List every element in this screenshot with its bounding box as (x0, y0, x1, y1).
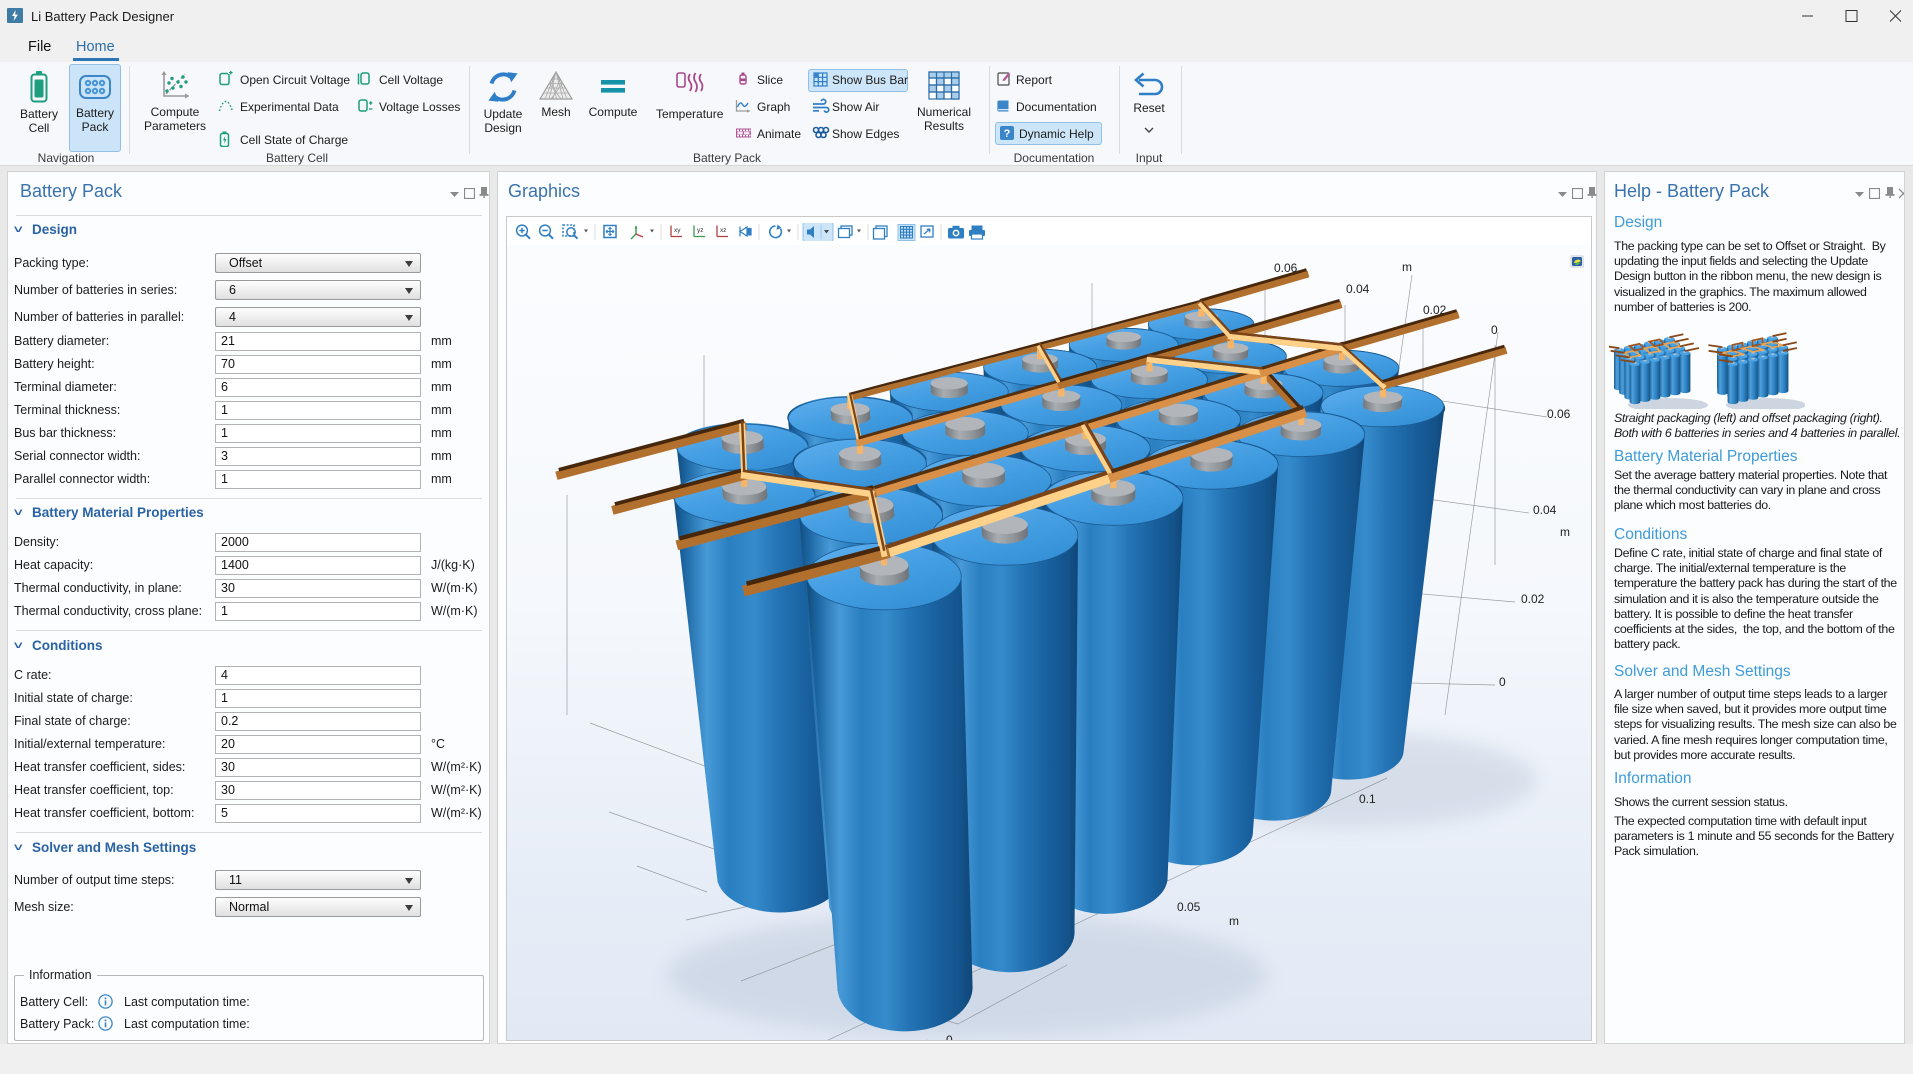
svg-text:0: 0 (1491, 323, 1498, 337)
svg-text:0.04: 0.04 (1533, 503, 1557, 517)
svg-text:0: 0 (946, 1033, 953, 1040)
svg-text:xz: xz (720, 227, 727, 234)
svg-text:0.1: 0.1 (1359, 792, 1376, 806)
svg-text:0.02: 0.02 (1521, 592, 1545, 606)
svg-text:0: 0 (1499, 675, 1506, 689)
svg-text:m: m (1560, 525, 1570, 539)
svg-text:yz: yz (697, 227, 704, 234)
svg-text:0.05: 0.05 (1177, 900, 1201, 914)
svg-text:0.04: 0.04 (1346, 282, 1370, 296)
svg-text:xy: xy (674, 227, 681, 234)
svg-text:m: m (1229, 914, 1239, 928)
svg-text:0.06: 0.06 (1274, 261, 1298, 275)
svg-text:0.06: 0.06 (1547, 407, 1571, 421)
svg-text:?: ? (1004, 128, 1011, 140)
svg-text:m: m (1402, 260, 1412, 274)
svg-text:0.02: 0.02 (1423, 303, 1447, 317)
